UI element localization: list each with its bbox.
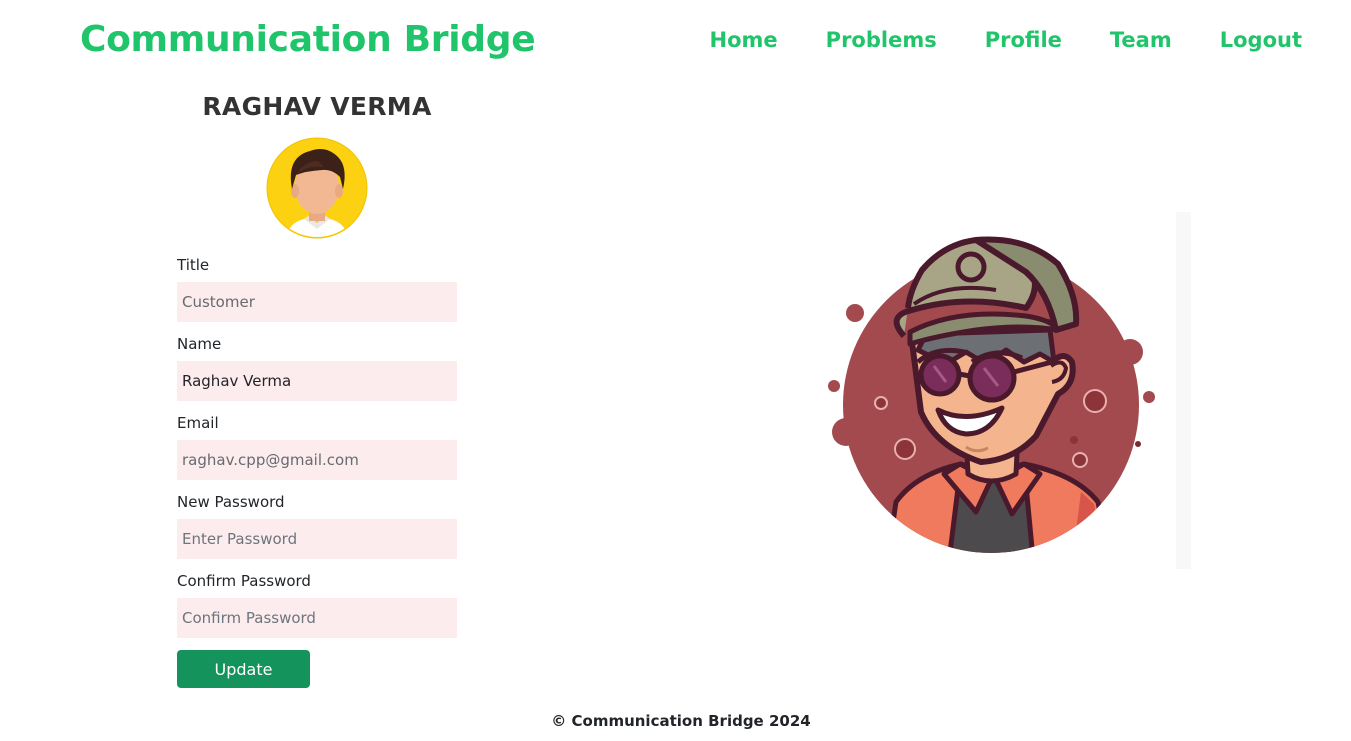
nav-home[interactable]: Home — [710, 26, 778, 54]
title-label: Title — [177, 256, 210, 274]
main-nav: Home Problems Profile Team Logout — [710, 26, 1302, 54]
user-avatar-icon — [266, 137, 368, 239]
confirm-password-label: Confirm Password — [177, 572, 311, 590]
update-button[interactable]: Update — [177, 650, 310, 688]
new-password-field[interactable] — [177, 519, 457, 559]
email-label: Email — [177, 414, 219, 432]
name-field[interactable] — [177, 361, 457, 401]
email-field[interactable] — [177, 440, 457, 480]
nav-profile[interactable]: Profile — [985, 26, 1062, 54]
nav-problems[interactable]: Problems — [826, 26, 937, 54]
nav-team[interactable]: Team — [1110, 26, 1172, 54]
title-field[interactable] — [177, 282, 457, 322]
name-label: Name — [177, 335, 222, 353]
profile-form: Title Name Email New Password Confirm Pa… — [177, 255, 457, 688]
footer-copyright: © Communication Bridge 2024 — [551, 712, 811, 730]
nav-logout[interactable]: Logout — [1220, 26, 1302, 54]
new-password-label: New Password — [177, 493, 285, 511]
confirm-password-field[interactable] — [177, 598, 457, 638]
profile-name-heading: RAGHAV VERMA — [202, 92, 432, 121]
cartoon-man-illustration — [828, 212, 1191, 569]
brand-logo[interactable]: Communication Bridge — [80, 18, 536, 62]
